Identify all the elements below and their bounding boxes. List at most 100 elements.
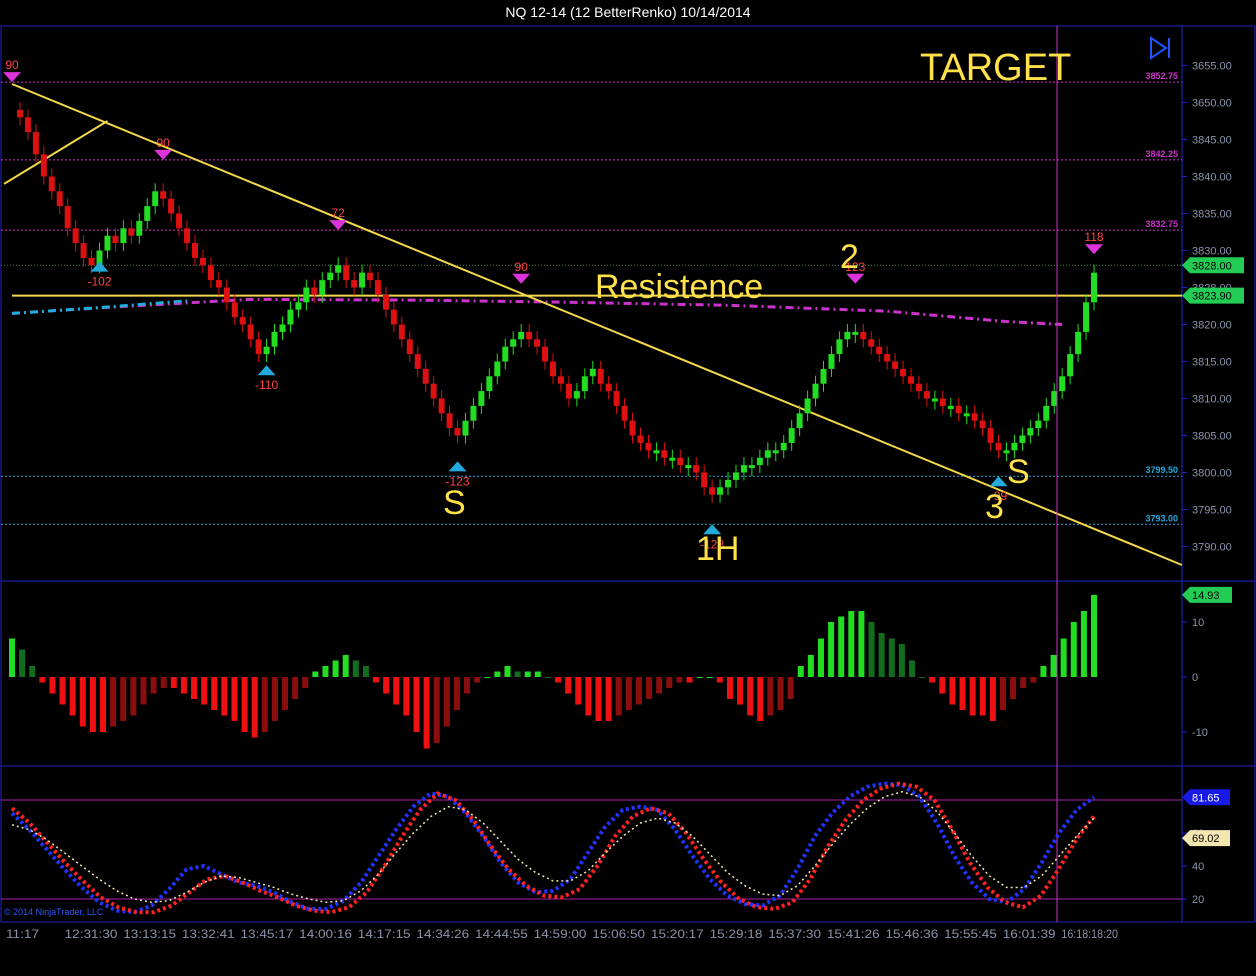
time-label: 15:29:18 (710, 927, 763, 941)
histogram-bar (403, 677, 410, 716)
up-bar (1059, 376, 1066, 392)
down-bar (56, 191, 63, 207)
down-bar (645, 442, 652, 451)
down-bar (908, 376, 915, 384)
histogram-bar (433, 677, 440, 743)
up-bar (573, 391, 580, 399)
histogram-bar (959, 677, 966, 710)
histogram-bar (9, 638, 15, 677)
up-bar (1083, 302, 1090, 332)
down-bar (374, 280, 381, 295)
skip-to-end-icon[interactable] (1150, 36, 1170, 60)
histogram-bar (150, 677, 157, 694)
histogram-bar (373, 677, 380, 683)
up-bar (279, 324, 286, 332)
price-tick-label: 3655.00 (1192, 61, 1232, 73)
price-tick-label: 3810.00 (1192, 394, 1232, 406)
down-bar (526, 331, 533, 340)
down-bar (550, 361, 556, 377)
histogram-bar (504, 666, 511, 677)
up-bar (685, 465, 692, 469)
price-tick-label: 3800.00 (1192, 468, 1232, 480)
down-bar (32, 132, 39, 155)
down-bar (215, 280, 222, 288)
time-label: 15:06:50 (592, 927, 645, 941)
trendline (3, 120, 108, 185)
up-bar (462, 420, 469, 436)
histogram-tick-label: 10 (1192, 617, 1204, 629)
time-label: 12:31:30 (65, 927, 118, 941)
up-bar (494, 361, 501, 377)
histogram-bar (39, 677, 46, 683)
up-bar (271, 331, 278, 347)
histogram-bar (302, 677, 309, 688)
down-bar (971, 413, 978, 421)
up-bar (828, 354, 835, 369)
time-label: 13:45:17 (241, 927, 294, 941)
up-bar (740, 465, 747, 473)
histogram-bar (352, 660, 359, 677)
down-bar (900, 368, 907, 377)
histogram-bar (838, 616, 845, 677)
swing-high-label: 90 (5, 58, 19, 72)
down-bar (311, 287, 318, 295)
histogram-bar (271, 677, 278, 721)
histogram-bar (625, 677, 632, 710)
price-tick-label: 3840.00 (1192, 172, 1232, 184)
swing-low-label: -110 (255, 378, 278, 392)
down-bar (207, 265, 214, 281)
histogram-bar (191, 677, 198, 699)
histogram-bar (140, 677, 147, 705)
down-bar (160, 191, 167, 199)
histogram-bar (979, 677, 986, 716)
oscillator-line (10, 781, 1096, 915)
time-label: 15:20:17 (651, 927, 704, 941)
histogram-bar (201, 677, 208, 705)
up-bar (152, 191, 159, 207)
up-bar (104, 235, 111, 251)
histogram-bar (383, 677, 390, 694)
histogram-bar (514, 671, 521, 677)
up-bar (581, 376, 588, 392)
swing-low-marker (448, 461, 467, 472)
time-label: 14:17:15 (358, 927, 411, 941)
down-bar (884, 354, 891, 362)
down-bar (231, 302, 238, 318)
renko-chart[interactable]: 3852.75 3842.25 3832.75 3799.50 3793.00 90 -1… (0, 0, 1256, 976)
up-bar (486, 376, 493, 392)
down-bar (16, 109, 23, 118)
histogram-bar (362, 666, 369, 677)
down-bar (80, 243, 87, 258)
swing-high-label: 90 (156, 136, 170, 150)
histogram-bar (585, 677, 592, 716)
up-bar (1019, 435, 1026, 443)
down-bar (454, 428, 461, 436)
time-label: 13:13:15 (123, 927, 176, 941)
down-bar (247, 324, 254, 340)
down-bar (255, 339, 262, 355)
target-label: TARGET (920, 47, 1071, 89)
histogram-bar (919, 677, 926, 678)
histogram-bar (828, 622, 835, 677)
oscillator-line (10, 781, 1096, 915)
up-bar (1035, 420, 1042, 429)
histogram-bar (332, 660, 339, 677)
up-bar (764, 450, 771, 458)
swing-high-marker (512, 273, 531, 284)
histogram-bar (908, 660, 915, 677)
down-bar (597, 368, 604, 384)
histogram-bar (423, 677, 430, 749)
down-bar (923, 391, 930, 399)
price-tick-label: 3845.00 (1192, 135, 1232, 147)
histogram-bar (787, 677, 794, 699)
histogram-tick-label: -10 (1192, 727, 1208, 739)
up-bar (788, 428, 795, 443)
histogram-bar (1080, 611, 1087, 677)
time-label: 11:17 (6, 927, 39, 941)
down-bar (128, 228, 135, 236)
histogram-bar (797, 666, 804, 677)
down-bar (351, 280, 358, 288)
down-bar (40, 154, 47, 177)
histogram-bar (29, 666, 36, 677)
histogram-bar (69, 677, 76, 716)
